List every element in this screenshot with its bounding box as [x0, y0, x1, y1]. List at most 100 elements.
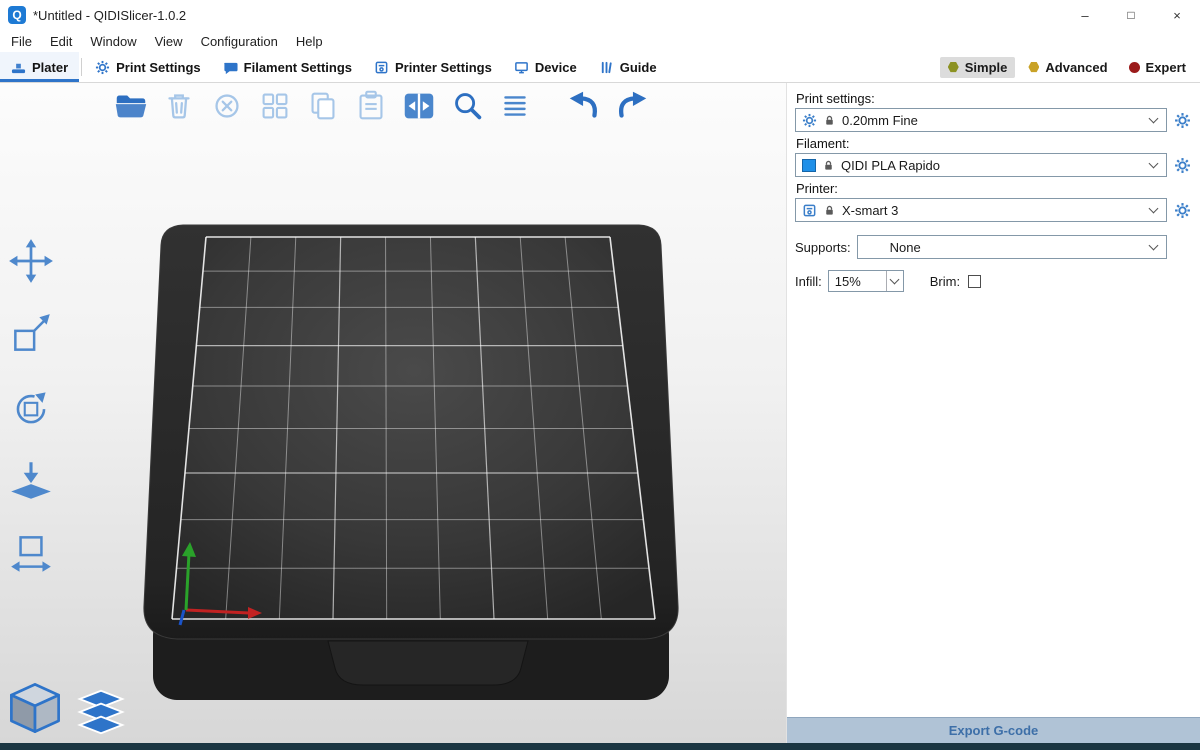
- mode-expert[interactable]: Expert: [1121, 57, 1194, 78]
- paste-button[interactable]: [350, 85, 391, 126]
- tab-bar: Plater Print Settings Filament Settings …: [0, 52, 1200, 83]
- move-tool[interactable]: [5, 235, 57, 287]
- tab-filament-settings[interactable]: Filament Settings: [212, 52, 363, 82]
- print-settings-combo[interactable]: 0.20mm Fine: [795, 108, 1167, 132]
- menu-bar: File Edit Window View Configuration Help: [0, 30, 1200, 52]
- app-window: Q *Untitled - QIDISlicer-1.0.2 – □ × Fil…: [0, 0, 1200, 750]
- redo-button[interactable]: [611, 85, 652, 126]
- preview-layers-icon: [76, 687, 126, 737]
- minimize-button[interactable]: –: [1062, 0, 1108, 30]
- advanced-mode-icon: [1028, 62, 1039, 73]
- arrange-icon: [256, 87, 294, 125]
- search-icon: [448, 87, 486, 125]
- menu-edit[interactable]: Edit: [41, 34, 81, 49]
- filament-gear-button[interactable]: [1172, 155, 1192, 175]
- gizmo-toolbar: [5, 235, 57, 579]
- arrange-button[interactable]: [254, 85, 295, 126]
- settings-sidebar: Print settings: 0.20mm Fine Filament: QI…: [786, 83, 1200, 743]
- variable-layer-height-button[interactable]: [494, 85, 535, 126]
- menu-configuration[interactable]: Configuration: [192, 34, 287, 49]
- print-settings-gear-button[interactable]: [1172, 110, 1192, 130]
- delete-all-button[interactable]: [206, 85, 247, 126]
- export-gcode-button[interactable]: Export G-code: [787, 717, 1200, 743]
- chevron-down-icon: [1149, 241, 1159, 251]
- tab-printer-settings-label: Printer Settings: [395, 60, 492, 75]
- split-button[interactable]: [398, 85, 439, 126]
- tab-guide-label: Guide: [620, 60, 657, 75]
- menu-window[interactable]: Window: [81, 34, 145, 49]
- chevron-down-icon: [1149, 159, 1159, 169]
- menu-help[interactable]: Help: [287, 34, 332, 49]
- tab-plater[interactable]: Plater: [0, 52, 79, 82]
- bottom-strip: [0, 743, 1200, 750]
- gear-icon: [802, 113, 817, 128]
- editor-3d-view-button[interactable]: [6, 679, 64, 737]
- filament-label: Filament:: [796, 136, 1192, 151]
- lock-icon: [823, 114, 836, 127]
- open-button[interactable]: [110, 85, 151, 126]
- paste-icon: [352, 87, 390, 125]
- printer-value: X-smart 3: [842, 203, 898, 218]
- maximize-button[interactable]: □: [1108, 0, 1154, 30]
- infill-combo[interactable]: 15%: [828, 270, 904, 292]
- mode-simple[interactable]: Simple: [940, 57, 1016, 78]
- window-controls: – □ ×: [1062, 0, 1200, 30]
- chevron-down-icon: [890, 275, 900, 285]
- tab-separator: [81, 58, 82, 76]
- rotate-icon: [7, 383, 55, 431]
- scale-tool[interactable]: [5, 308, 57, 360]
- undo-button[interactable]: [563, 85, 604, 126]
- print-settings-value: 0.20mm Fine: [842, 113, 918, 128]
- undo-icon: [565, 87, 603, 125]
- dimensions-icon: [7, 529, 55, 577]
- tab-print-settings-label: Print Settings: [116, 60, 201, 75]
- menu-view[interactable]: View: [146, 34, 192, 49]
- move-icon: [7, 237, 55, 285]
- mode-advanced[interactable]: Advanced: [1020, 57, 1115, 78]
- app-logo-icon: Q: [8, 6, 26, 24]
- printer-gear-button[interactable]: [1172, 200, 1192, 220]
- mode-expert-label: Expert: [1146, 60, 1186, 75]
- infill-value: 15%: [835, 274, 861, 289]
- supports-combo[interactable]: None: [857, 235, 1167, 259]
- close-button[interactable]: ×: [1154, 0, 1200, 30]
- tab-guide[interactable]: Guide: [588, 52, 668, 82]
- gear-icon: [95, 60, 110, 75]
- menu-file[interactable]: File: [2, 34, 41, 49]
- scale-icon: [7, 310, 55, 358]
- tab-print-settings[interactable]: Print Settings: [84, 52, 212, 82]
- delete-button[interactable]: [158, 85, 199, 126]
- plater-icon: [11, 60, 26, 75]
- viewport-3d[interactable]: [0, 83, 786, 743]
- tab-printer-settings[interactable]: Printer Settings: [363, 52, 503, 82]
- brim-checkbox[interactable]: [968, 275, 981, 288]
- delete-all-icon: [208, 87, 246, 125]
- tab-device-label: Device: [535, 60, 577, 75]
- rotate-tool[interactable]: [5, 381, 57, 433]
- tab-device[interactable]: Device: [503, 52, 588, 82]
- search-button[interactable]: [446, 85, 487, 126]
- window-title: *Untitled - QIDISlicer-1.0.2: [33, 8, 186, 23]
- infill-label: Infill:: [795, 274, 822, 289]
- redo-icon: [613, 87, 651, 125]
- dimensions-tool[interactable]: [5, 527, 57, 579]
- filament-combo[interactable]: QIDI PLA Rapido: [795, 153, 1167, 177]
- place-on-face-tool[interactable]: [5, 454, 57, 506]
- filament-value: QIDI PLA Rapido: [841, 158, 940, 173]
- copy-button[interactable]: [302, 85, 343, 126]
- printer-label: Printer:: [796, 181, 1192, 196]
- gear-icon: [1174, 157, 1191, 174]
- print-bed[interactable]: [123, 213, 683, 723]
- copy-icon: [304, 87, 342, 125]
- printer-icon: [374, 60, 389, 75]
- mode-switcher: Simple Advanced Expert: [940, 52, 1200, 82]
- gear-icon: [1174, 112, 1191, 129]
- preview-layers-button[interactable]: [76, 687, 126, 737]
- expert-mode-icon: [1129, 62, 1140, 73]
- print-settings-label: Print settings:: [796, 91, 1192, 106]
- gear-icon: [1174, 202, 1191, 219]
- device-icon: [514, 60, 529, 75]
- filament-icon: [223, 60, 238, 75]
- printer-combo[interactable]: X-smart 3: [795, 198, 1167, 222]
- variable-layer-height-icon: [496, 87, 534, 125]
